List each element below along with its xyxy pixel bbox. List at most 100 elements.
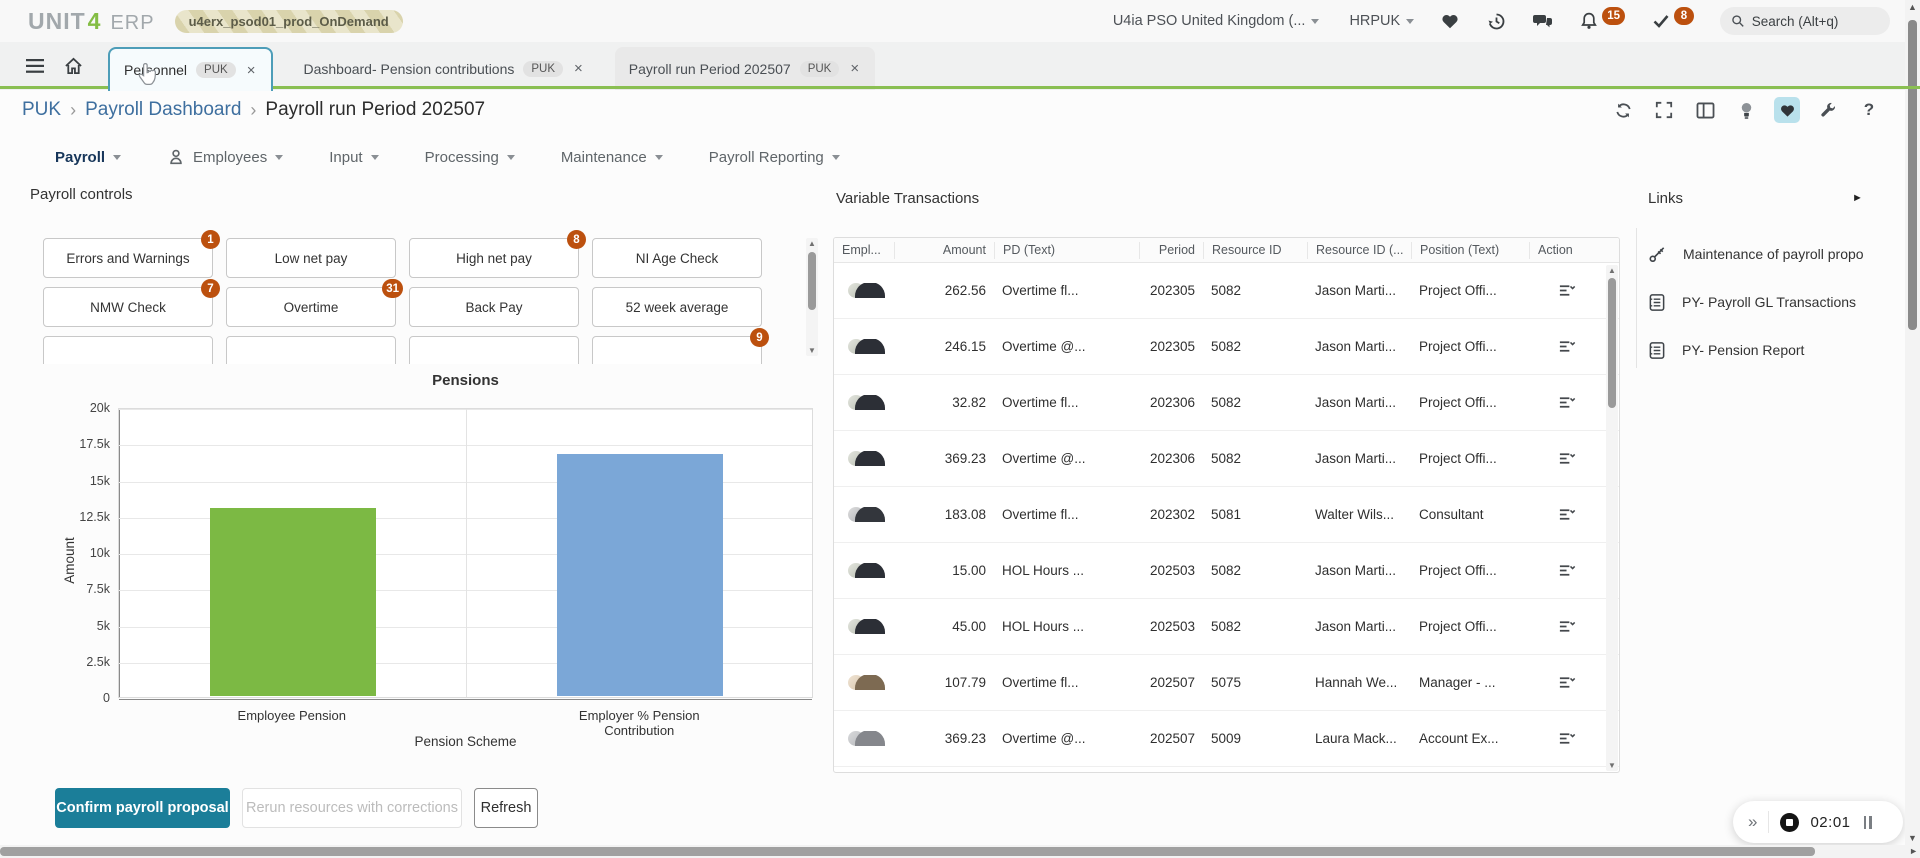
link-py-payroll-gl-transactions[interactable]: PY- Payroll GL Transactions xyxy=(1648,278,1906,326)
page-horizontal-scrollbar[interactable]: ► xyxy=(0,845,1920,858)
control-overtime[interactable]: Overtime 31 xyxy=(226,287,396,327)
breadcrumb-root[interactable]: PUK xyxy=(22,99,61,121)
menu-item-input[interactable]: Input xyxy=(329,149,378,166)
favorites-button[interactable] xyxy=(1440,11,1460,31)
confirm-payroll-proposal-button[interactable]: Confirm payroll proposal xyxy=(55,788,230,828)
column-header-pd-text[interactable]: PD (Text) xyxy=(994,242,1139,259)
history-button[interactable] xyxy=(1486,11,1506,31)
pause-icon[interactable] xyxy=(1864,816,1872,829)
scrollbar-thumb[interactable] xyxy=(1608,278,1616,408)
search-input[interactable] xyxy=(1752,14,1879,29)
messages-button[interactable] xyxy=(1532,11,1553,31)
table-row[interactable]: 246.15 Overtime @... 202305 5082 Jason M… xyxy=(834,319,1619,375)
control-errors-and-warnings[interactable]: Errors and Warnings 1 xyxy=(43,238,213,278)
tab-close-icon[interactable]: × xyxy=(245,62,258,79)
row-action-menu-button[interactable] xyxy=(1529,563,1605,578)
table-row[interactable]: 369.23 Overtime @... 202306 5082 Jason M… xyxy=(834,431,1619,487)
scrollbar-thumb[interactable] xyxy=(1908,20,1917,330)
tab-payroll-run-period-202507[interactable]: Payroll run Period 202507 PUK × xyxy=(615,47,875,90)
control-item[interactable] xyxy=(226,336,396,364)
row-action-menu-button[interactable] xyxy=(1529,507,1605,522)
main-menu-button[interactable] xyxy=(16,42,54,90)
control-low-net-pay[interactable]: Low net pay xyxy=(226,238,396,278)
table-row[interactable] xyxy=(834,767,1619,773)
row-action-menu-button[interactable] xyxy=(1529,395,1605,410)
fullscreen-button[interactable] xyxy=(1651,97,1677,123)
column-header-resource-id[interactable]: Resource ID (... xyxy=(1307,242,1411,259)
table-row[interactable]: 183.08 Overtime fl... 202302 5081 Walter… xyxy=(834,487,1619,543)
menu-item-processing[interactable]: Processing xyxy=(425,149,515,166)
column-header-action[interactable]: Action xyxy=(1529,242,1605,259)
scroll-up-icon[interactable]: ▲ xyxy=(1606,266,1618,275)
role-selector[interactable]: HRPUK xyxy=(1349,13,1414,29)
bar-employee-pension[interactable] xyxy=(210,508,376,697)
table-row[interactable]: 262.56 Overtime fl... 202305 5082 Jason … xyxy=(834,263,1619,319)
tasks-button[interactable]: 8 xyxy=(1651,11,1694,31)
menu-item-employees[interactable]: Employees xyxy=(167,148,283,166)
help-button[interactable]: ? xyxy=(1856,97,1882,123)
resource-id-cell: 5081 xyxy=(1203,507,1307,522)
row-action-menu-button[interactable] xyxy=(1529,675,1605,690)
links-expand-icon[interactable]: ► xyxy=(1852,192,1863,204)
row-action-menu-button[interactable] xyxy=(1529,339,1605,354)
company-selector[interactable]: U4ia PSO United Kingdom (... xyxy=(1113,13,1320,29)
search-box[interactable] xyxy=(1720,7,1890,35)
insights-button[interactable] xyxy=(1733,97,1759,123)
control-back-pay[interactable]: Back Pay xyxy=(409,287,579,327)
table-row[interactable]: 15.00 HOL Hours ... 202503 5082 Jason Ma… xyxy=(834,543,1619,599)
tab-personnel[interactable]: Personnel PUK × xyxy=(108,47,273,91)
collapse-chevrons-icon[interactable]: » xyxy=(1748,812,1757,832)
record-stop-icon[interactable] xyxy=(1780,813,1799,832)
tab-close-icon[interactable]: × xyxy=(848,60,861,77)
settings-button[interactable] xyxy=(1815,97,1841,123)
bar-employer-pension-contribution[interactable] xyxy=(557,454,723,696)
table-row[interactable]: 32.82 Overtime fl... 202306 5082 Jason M… xyxy=(834,375,1619,431)
control-item[interactable] xyxy=(43,336,213,364)
home-button[interactable] xyxy=(54,42,92,90)
table-row[interactable]: 369.23 Overtime @... 202507 5009 Laura M… xyxy=(834,711,1619,767)
control-item[interactable]: 9 xyxy=(592,336,762,364)
row-action-menu-button[interactable] xyxy=(1529,619,1605,634)
link-py-pension-report[interactable]: PY- Pension Report xyxy=(1648,326,1906,374)
table-row[interactable]: 107.79 Overtime fl... 202507 5075 Hannah… xyxy=(834,655,1619,711)
column-header-empl[interactable]: Empl... xyxy=(834,243,894,257)
column-header-resource-id[interactable]: Resource ID xyxy=(1203,242,1307,259)
column-header-position-text[interactable]: Position (Text) xyxy=(1411,242,1529,259)
control-high-net-pay[interactable]: High net pay 8 xyxy=(409,238,579,278)
refresh-button[interactable]: Refresh xyxy=(474,788,538,828)
scroll-right-icon[interactable]: ► xyxy=(1909,846,1918,856)
row-action-menu-button[interactable] xyxy=(1529,283,1605,298)
favorite-page-button[interactable] xyxy=(1774,97,1800,123)
menu-item-payroll[interactable]: Payroll xyxy=(55,149,121,166)
control-52-week-average[interactable]: 52 week average xyxy=(592,287,762,327)
row-action-menu-button[interactable] xyxy=(1529,451,1605,466)
menu-item-maintenance[interactable]: Maintenance xyxy=(561,149,663,166)
layout-columns-button[interactable] xyxy=(1692,97,1718,123)
breadcrumb-section[interactable]: Payroll Dashboard xyxy=(85,99,241,121)
tab-close-icon[interactable]: × xyxy=(572,60,585,77)
scroll-up-icon[interactable]: ▲ xyxy=(1905,2,1920,12)
table-row[interactable]: 45.00 HOL Hours ... 202503 5082 Jason Ma… xyxy=(834,599,1619,655)
table-scrollbar[interactable]: ▲ ▼ xyxy=(1606,265,1618,771)
resource-id-cell: 5082 xyxy=(1203,451,1307,466)
scroll-down-icon[interactable]: ▼ xyxy=(1905,833,1920,843)
scroll-down-icon[interactable]: ▼ xyxy=(1606,761,1618,770)
link-maintenance-of-payroll-propo[interactable]: Maintenance of payroll propo xyxy=(1648,230,1906,278)
column-header-amount[interactable]: Amount xyxy=(894,242,994,259)
scrollbar-thumb[interactable] xyxy=(0,847,1815,856)
refresh-button[interactable] xyxy=(1610,97,1636,123)
controls-scrollbar[interactable]: ▲ ▼ xyxy=(806,238,818,356)
column-header-period[interactable]: Period xyxy=(1139,242,1203,259)
scroll-up-icon[interactable]: ▲ xyxy=(806,239,818,248)
scrollbar-thumb[interactable] xyxy=(808,252,816,310)
tab-dashboard-pension-contributions[interactable]: Dashboard- Pension contributions PUK × xyxy=(289,47,598,90)
control-ni-age-check[interactable]: NI Age Check xyxy=(592,238,762,278)
row-action-menu-button[interactable] xyxy=(1529,731,1605,746)
rerun-resources-button[interactable]: Rerun resources with corrections xyxy=(242,788,462,828)
control-item[interactable] xyxy=(409,336,579,364)
menu-item-payroll-reporting[interactable]: Payroll Reporting xyxy=(709,149,840,166)
scroll-down-icon[interactable]: ▼ xyxy=(806,346,818,355)
page-vertical-scrollbar[interactable]: ▲ ▼ xyxy=(1905,0,1920,845)
control-nmw-check[interactable]: NMW Check 7 xyxy=(43,287,213,327)
notifications-button[interactable]: 15 xyxy=(1579,11,1625,31)
